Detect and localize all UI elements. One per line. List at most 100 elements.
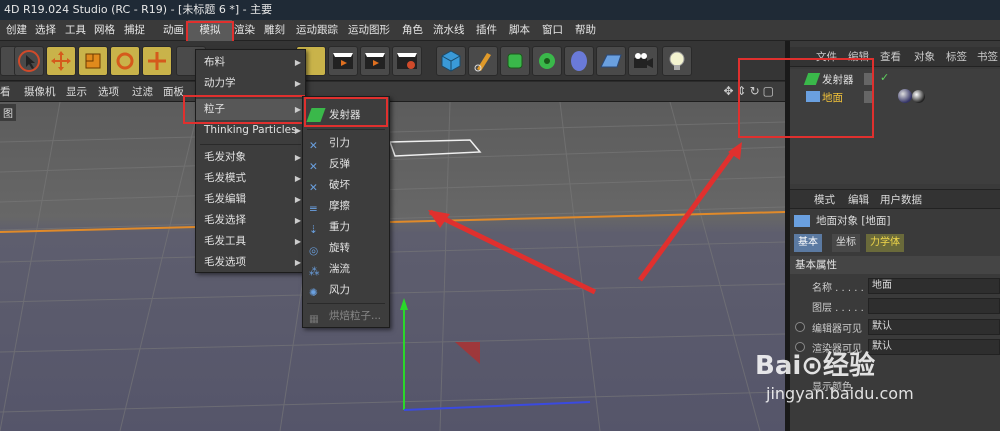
light-icon[interactable] bbox=[662, 46, 692, 76]
attribute-subtabs: 基本 坐标 力学体 bbox=[790, 234, 1000, 252]
viewport-menu-display[interactable]: 显示 bbox=[66, 82, 87, 102]
material-tag-icon[interactable] bbox=[898, 89, 912, 103]
menu-render[interactable]: 渲染 bbox=[234, 20, 255, 41]
main-toolbar bbox=[0, 41, 785, 81]
rotate-tool-icon[interactable] bbox=[110, 46, 140, 76]
render-view-icon[interactable] bbox=[328, 46, 358, 76]
menu-item-turbulence[interactable]: ⁂ 湍流 bbox=[303, 259, 389, 280]
menu-item-dynamics[interactable]: 动力学 ▶ bbox=[196, 73, 305, 94]
subdivision-icon[interactable] bbox=[500, 46, 530, 76]
scale-tool-icon[interactable] bbox=[78, 46, 108, 76]
submenu-arrow-icon: ▶ bbox=[294, 195, 301, 204]
menu-item-particles[interactable]: 粒子 ▶ bbox=[196, 99, 305, 120]
menu-item-rotation[interactable]: ◎ 旋转 bbox=[303, 238, 389, 259]
menu-help[interactable]: 帮助 bbox=[575, 20, 596, 41]
render-settings-icon[interactable] bbox=[392, 46, 422, 76]
menu-item-attractor[interactable]: ✕ 引力 bbox=[303, 133, 389, 154]
menu-item-bake-particles: ▦ 烘焙粒子... bbox=[303, 306, 389, 327]
enabled-check-icon[interactable]: ✓ bbox=[880, 71, 889, 84]
prop-row-editor-visible: 编辑器可见 默认 bbox=[790, 318, 1000, 337]
menu-animate[interactable]: 动画 bbox=[163, 20, 184, 41]
menu-item-gravity[interactable]: ⇣ 重力 bbox=[303, 217, 389, 238]
section-basic-properties: 基本属性 bbox=[790, 256, 1000, 274]
menu-window[interactable]: 窗口 bbox=[542, 20, 563, 41]
menu-item-hair-tools[interactable]: 毛发工具 ▶ bbox=[196, 231, 305, 252]
viewport-menu-view[interactable]: 看 bbox=[0, 82, 11, 102]
menu-item-emitter[interactable]: 发射器 bbox=[303, 105, 389, 126]
viewport-menu-panel[interactable]: 面板 bbox=[163, 82, 184, 102]
add-tool-icon[interactable] bbox=[142, 46, 172, 76]
menu-create[interactable]: 创建 bbox=[6, 20, 27, 41]
menu-item-hair-mode[interactable]: 毛发模式 ▶ bbox=[196, 168, 305, 189]
viewport-grid bbox=[0, 102, 785, 431]
menu-item-destructor[interactable]: ✕ 破坏 bbox=[303, 175, 389, 196]
name-field[interactable]: 地面 bbox=[868, 278, 1000, 294]
editor-visible-select[interactable]: 默认 bbox=[868, 319, 1000, 335]
tab-basic[interactable]: 基本 bbox=[794, 234, 822, 252]
attribute-title-text: 地面对象 [地面] bbox=[816, 215, 891, 227]
om-menu-edit[interactable]: 编辑 bbox=[848, 47, 869, 67]
viewport-menu-filter[interactable]: 过滤 bbox=[132, 82, 153, 102]
visibility-dots-icon[interactable] bbox=[864, 73, 874, 85]
om-menu-file[interactable]: 文件 bbox=[816, 47, 837, 67]
am-menu-mode[interactable]: 模式 bbox=[814, 190, 835, 210]
menu-tools[interactable]: 工具 bbox=[65, 20, 86, 41]
om-menu-tags[interactable]: 标签 bbox=[946, 47, 967, 67]
menu-item-wind[interactable]: ✺ 风力 bbox=[303, 280, 389, 301]
am-menu-userdata[interactable]: 用户数据 bbox=[880, 190, 922, 210]
menu-item-friction[interactable]: ≡ 摩擦 bbox=[303, 196, 389, 217]
menu-item-thinking-particles[interactable]: Thinking Particles ▶ bbox=[196, 120, 305, 141]
tab-rigid-body[interactable]: 力学体 bbox=[866, 234, 904, 252]
viewport-menu-cameras[interactable]: 摄像机 bbox=[24, 82, 56, 102]
submenu-arrow-icon: ▶ bbox=[294, 174, 301, 183]
menu-plugins[interactable]: 插件 bbox=[476, 20, 497, 41]
menu-mograph[interactable]: 运动图形 bbox=[348, 20, 390, 41]
render-picture-icon[interactable] bbox=[360, 46, 390, 76]
om-menu-bookmarks[interactable]: 书签 bbox=[977, 47, 998, 67]
pen-icon[interactable] bbox=[468, 46, 498, 76]
prop-row-layer: 图层 . . . . . bbox=[790, 297, 1000, 316]
viewport-menubar: 看 摄像机 显示 选项 过滤 面板 ✥⇕↻▢ bbox=[0, 82, 785, 102]
object-row-floor[interactable]: 地面 bbox=[790, 89, 1000, 105]
cube-icon[interactable] bbox=[436, 46, 466, 76]
menu-item-hair-objects[interactable]: 毛发对象 ▶ bbox=[196, 147, 305, 168]
menu-mesh[interactable]: 网格 bbox=[94, 20, 115, 41]
menu-script[interactable]: 脚本 bbox=[509, 20, 530, 41]
layer-field[interactable] bbox=[868, 298, 1000, 314]
camera-icon[interactable] bbox=[628, 46, 658, 76]
menu-sculpt[interactable]: 雕刻 bbox=[264, 20, 285, 41]
menu-pipeline[interactable]: 流水线 bbox=[433, 20, 465, 41]
tab-coordinates[interactable]: 坐标 bbox=[832, 234, 860, 252]
menu-motion-tracking[interactable]: 运动跟踪 bbox=[296, 20, 338, 41]
viewport-nav-icons[interactable]: ✥⇕↻▢ bbox=[723, 84, 777, 98]
deformer-icon[interactable] bbox=[564, 46, 594, 76]
menu-item-cloth[interactable]: 布料 ▶ bbox=[196, 52, 305, 73]
perspective-viewport[interactable]: 图 bbox=[0, 102, 785, 431]
material-tag-icon[interactable] bbox=[912, 90, 925, 103]
object-row-emitter[interactable]: 发射器 ✓ bbox=[790, 71, 1000, 87]
am-menu-edit[interactable]: 编辑 bbox=[848, 190, 869, 210]
particles-submenu: 发射器 ✕ 引力 ✕ 反弹 ✕ 破坏 ≡ 摩擦 ⇣ 重力 ◎ 旋转 ⁂ 湍流 ✺… bbox=[302, 96, 390, 328]
bake-icon: ▦ bbox=[309, 313, 319, 325]
menu-item-hair-edit[interactable]: 毛发编辑 ▶ bbox=[196, 189, 305, 210]
wind-icon: ✺ bbox=[309, 287, 318, 299]
menu-item-thinking-particles-label: Thinking Particles bbox=[204, 124, 297, 136]
floor-icon[interactable] bbox=[596, 46, 626, 76]
menu-item-deflector[interactable]: ✕ 反弹 bbox=[303, 154, 389, 175]
menu-select[interactable]: 选择 bbox=[35, 20, 56, 41]
select-cursor-icon[interactable] bbox=[14, 46, 44, 76]
om-menu-objects[interactable]: 对象 bbox=[914, 47, 935, 67]
cloner-icon[interactable] bbox=[532, 46, 562, 76]
menu-character[interactable]: 角色 bbox=[402, 20, 423, 41]
menu-simulate[interactable]: 模拟 bbox=[188, 20, 232, 41]
viewport-menu-options[interactable]: 选项 bbox=[98, 82, 119, 102]
menu-item-hair-select[interactable]: 毛发选择 ▶ bbox=[196, 210, 305, 231]
menu-item-hair-options[interactable]: 毛发选项 ▶ bbox=[196, 252, 305, 273]
om-menu-view[interactable]: 查看 bbox=[880, 47, 901, 67]
move-tool-icon[interactable] bbox=[46, 46, 76, 76]
render-visible-select[interactable]: 默认 bbox=[868, 339, 1000, 355]
animate-radio-icon[interactable] bbox=[795, 322, 805, 332]
visibility-dots-icon[interactable] bbox=[864, 91, 874, 103]
prop-label-name: 名称 . . . . . bbox=[812, 283, 864, 294]
menu-snap[interactable]: 捕捉 bbox=[124, 20, 145, 41]
